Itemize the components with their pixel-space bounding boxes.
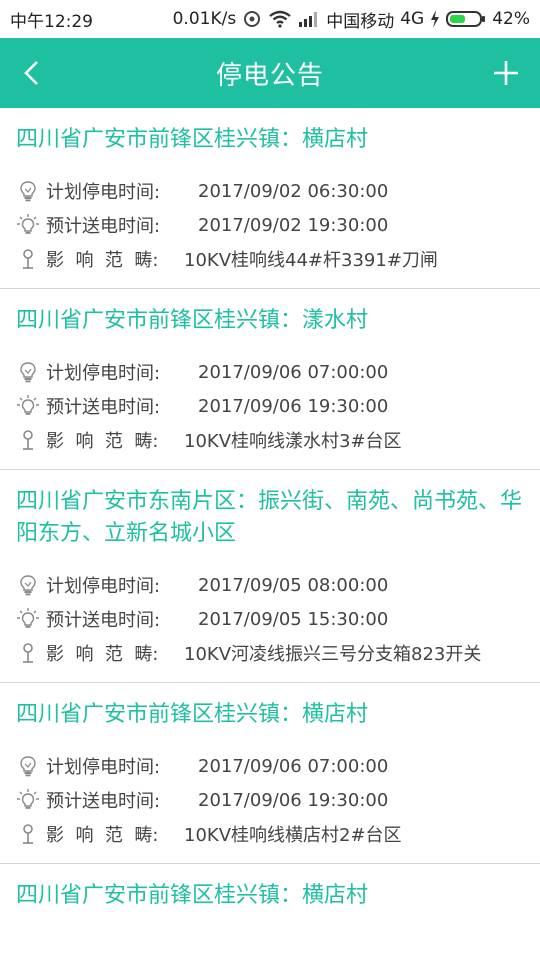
notice-item[interactable]: 四川省广安市前锋区桂兴镇：漾水村 计划停电时间: 2017/09/06 07:0… <box>0 289 540 470</box>
notice-list: 四川省广安市前锋区桂兴镇：横店村 计划停电时间: 2017/09/02 06:3… <box>0 108 540 942</box>
plan-label: 计划停电时间: <box>46 182 161 203</box>
network-type: 4G <box>400 9 425 29</box>
plan-label: 计划停电时间: <box>46 757 161 778</box>
notice-item[interactable]: 四川省广安市东南片区：振兴街、南苑、尚书苑、华阳东方、立新名城小区 计划停电时间… <box>0 470 540 683</box>
carrier-name: 中国移动 <box>326 11 395 32</box>
restore-row: 预计送电时间: 2017/09/06 19:30:00 <box>16 783 526 817</box>
range-row: 影 响 范 畴: 10KV桂响线横店村2#台区 <box>16 817 526 851</box>
restore-row: 预计送电时间: 2017/09/02 19:30:00 <box>16 208 526 242</box>
bulb-on-icon <box>16 394 40 418</box>
pin-icon <box>16 428 40 452</box>
plan-row: 计划停电时间: 2017/09/06 07:00:00 <box>16 355 526 389</box>
plan-label: 计划停电时间: <box>46 576 161 597</box>
bulb-on-icon <box>16 607 40 631</box>
range-value: 10KV桂响线横店村2#台区 <box>184 825 402 846</box>
app-header: 停电公告 <box>0 38 540 108</box>
page-title: 停电公告 <box>215 60 324 91</box>
bulb-off-icon <box>16 360 40 384</box>
range-row: 影 响 范 畴: 10KV桂响线漾水村3#台区 <box>16 423 526 457</box>
bulb-on-icon <box>16 788 40 812</box>
pin-icon <box>16 641 40 665</box>
battery-percent: 42% <box>492 9 530 29</box>
range-label: 影 响 范 畴: <box>46 644 159 665</box>
status-bar: 中午12:29 0.01K/s 中国移动 4G 42% <box>0 0 540 38</box>
plan-time: 2017/09/06 07:00:00 <box>198 755 389 777</box>
net-speed: 0.01K/s <box>172 9 237 29</box>
status-time: 中午12:29 <box>10 11 93 32</box>
restore-row: 预计送电时间: 2017/09/06 19:30:00 <box>16 389 526 423</box>
battery-icon <box>446 10 486 28</box>
restore-time: 2017/09/02 19:30:00 <box>198 214 389 236</box>
back-arrow-icon <box>24 61 38 85</box>
bulb-off-icon <box>16 179 40 203</box>
wifi-icon <box>268 10 292 28</box>
restore-row: 预计送电时间: 2017/09/05 15:30:00 <box>16 602 526 636</box>
notice-item[interactable]: 四川省广安市前锋区桂兴镇：横店村 <box>0 864 540 942</box>
bulb-off-icon <box>16 573 40 597</box>
notice-area: 四川省广安市前锋区桂兴镇：横店村 <box>16 702 369 727</box>
range-label: 影 响 范 畴: <box>46 250 159 271</box>
bulb-on-icon <box>16 213 40 237</box>
notice-area: 四川省广安市东南片区：振兴街、南苑、尚书苑、华阳东方、立新名城小区 <box>16 489 523 546</box>
plan-time: 2017/09/05 08:00:00 <box>198 574 389 596</box>
range-value: 10KV桂响线44#杆3391#刀闸 <box>184 250 438 271</box>
range-row: 影 响 范 畴: 10KV河凌线振兴三号分支箱823开关 <box>16 636 526 670</box>
pin-icon <box>16 247 40 271</box>
range-value: 10KV桂响线漾水村3#台区 <box>184 431 402 452</box>
notice-area: 四川省广安市前锋区桂兴镇：横店村 <box>16 883 369 908</box>
restore-label: 预计送电时间: <box>46 791 161 812</box>
pin-icon <box>16 822 40 846</box>
hd-voice-icon <box>242 9 262 29</box>
restore-label: 预计送电时间: <box>46 610 161 631</box>
restore-time: 2017/09/06 19:30:00 <box>198 395 389 417</box>
plan-label: 计划停电时间: <box>46 363 161 384</box>
range-label: 影 响 范 畴: <box>46 431 159 452</box>
plan-row: 计划停电时间: 2017/09/02 06:30:00 <box>16 174 526 208</box>
plus-icon <box>494 61 518 85</box>
range-label: 影 响 范 畴: <box>46 825 159 846</box>
restore-time: 2017/09/05 15:30:00 <box>198 608 389 630</box>
notice-area: 四川省广安市前锋区桂兴镇：漾水村 <box>16 308 369 333</box>
plan-time: 2017/09/06 07:00:00 <box>198 361 389 383</box>
back-button[interactable] <box>22 38 40 108</box>
plan-row: 计划停电时间: 2017/09/06 07:00:00 <box>16 749 526 783</box>
restore-time: 2017/09/06 19:30:00 <box>198 789 389 811</box>
status-left: 中午12:29 <box>10 7 93 32</box>
range-value: 10KV河凌线振兴三号分支箱823开关 <box>184 644 482 665</box>
plan-row: 计划停电时间: 2017/09/05 08:00:00 <box>16 568 526 602</box>
notice-item[interactable]: 四川省广安市前锋区桂兴镇：横店村 计划停电时间: 2017/09/06 07:0… <box>0 683 540 864</box>
notice-item[interactable]: 四川省广安市前锋区桂兴镇：横店村 计划停电时间: 2017/09/02 06:3… <box>0 108 540 289</box>
add-button[interactable] <box>492 38 520 108</box>
notice-area: 四川省广安市前锋区桂兴镇：横店村 <box>16 127 369 152</box>
plan-time: 2017/09/02 06:30:00 <box>198 180 389 202</box>
restore-label: 预计送电时间: <box>46 216 161 237</box>
status-right: 0.01K/s 中国移动 4G 42% <box>173 7 530 32</box>
restore-label: 预计送电时间: <box>46 397 161 418</box>
signal-icon <box>298 11 320 27</box>
charging-icon <box>430 10 440 28</box>
range-row: 影 响 范 畴: 10KV桂响线44#杆3391#刀闸 <box>16 242 526 276</box>
bulb-off-icon <box>16 754 40 778</box>
